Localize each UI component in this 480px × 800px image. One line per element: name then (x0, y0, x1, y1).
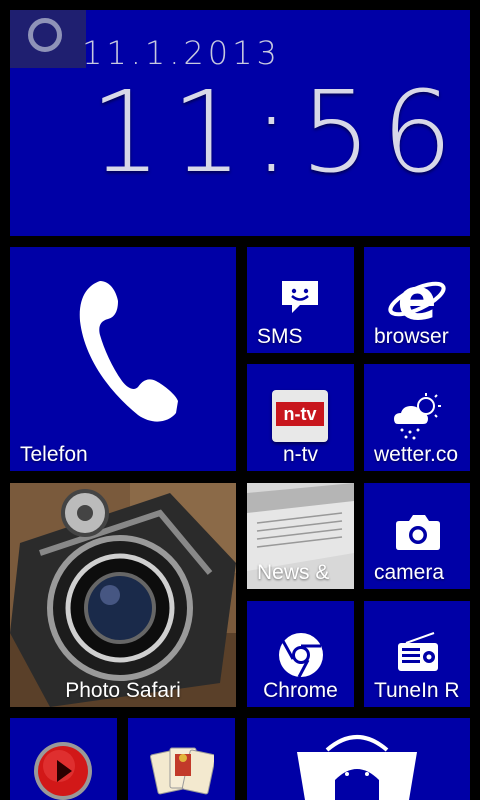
tile-label-sms: SMS (257, 325, 303, 348)
tile-label-chrome: Chrome (263, 679, 338, 702)
tile-label-tunein: TuneIn R (374, 679, 460, 702)
ie-icon: e (388, 267, 446, 329)
tile-label-photo-safari: Photo Safari (65, 679, 181, 702)
camera-photo-image (10, 483, 236, 707)
tile-tunein[interactable]: TuneIn R (364, 601, 470, 707)
ntv-logo: n-tv (272, 390, 328, 442)
time-text: 11:56 (90, 68, 463, 198)
phone-icon (79, 281, 178, 422)
store-bag-icon (297, 735, 417, 800)
tile-wetter[interactable]: wetter.co (364, 364, 470, 471)
tile-label-news: News & (257, 561, 330, 584)
tile-label-browser: browser (374, 325, 449, 348)
sms-icon (282, 281, 318, 313)
radio-icon (398, 632, 438, 671)
date-text: 11.1.2013 (82, 34, 281, 72)
tile-ntv[interactable]: n-tv n-tv (247, 364, 354, 471)
tile-chrome[interactable]: Chrome (247, 601, 354, 707)
chrome-icon (279, 633, 323, 678)
clock-tile[interactable]: 11.1.2013 11:56 (10, 10, 470, 236)
tile-sms[interactable]: SMS (247, 247, 354, 353)
tile-news[interactable]: News & (247, 483, 354, 589)
tile-browser[interactable]: e browser (364, 247, 470, 353)
camera-icon (396, 515, 440, 550)
tile-label-wetter: wetter.co (374, 443, 459, 466)
tile-store[interactable] (247, 718, 470, 800)
ntv-logo-text: n-tv (276, 402, 324, 426)
tile-cards[interactable] (128, 718, 235, 800)
tile-label-telefon: Telefon (20, 443, 88, 466)
cards-icon (150, 747, 214, 795)
tile-photo-safari[interactable]: Photo Safari (10, 483, 236, 707)
record-icon (34, 742, 92, 800)
svg-text:e: e (397, 267, 436, 329)
tile-label-ntv: n-tv (282, 443, 318, 466)
tile-telefon[interactable]: Telefon (10, 247, 236, 471)
tile-camera[interactable]: camera (364, 483, 470, 589)
tile-record[interactable] (10, 718, 117, 800)
weather-icon (394, 393, 441, 440)
circle-icon[interactable] (10, 10, 86, 68)
tile-label-camera: camera (374, 561, 445, 584)
